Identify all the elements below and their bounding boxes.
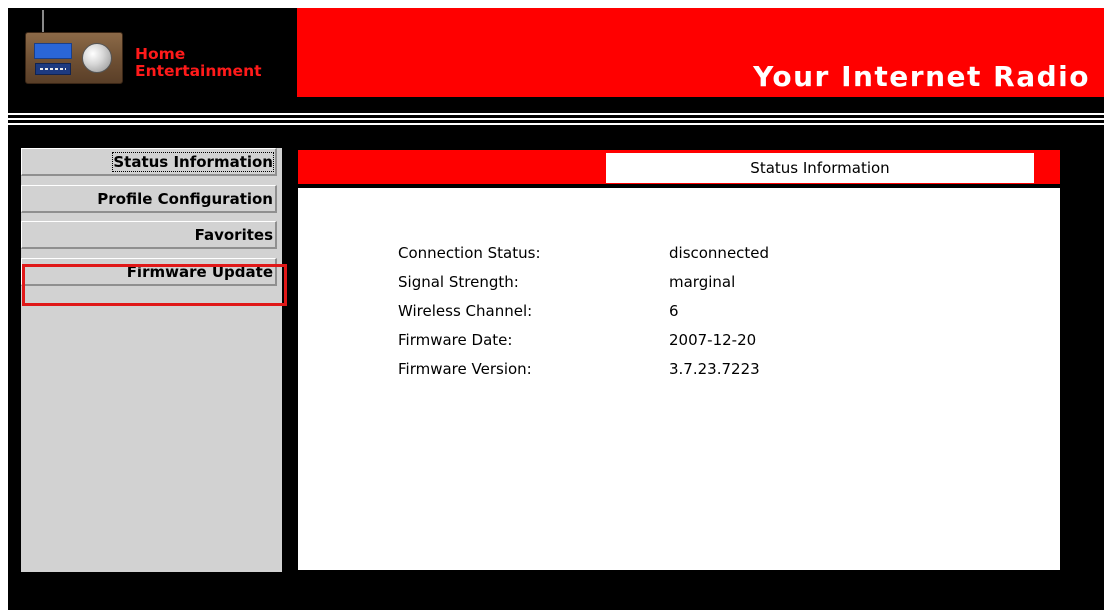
brand-line-1: Home [135,45,186,63]
signal-strength-value: marginal [669,272,736,291]
status-panel: Connection Status: disconnected Signal S… [298,188,1060,570]
firmware-date-label: Firmware Date: [398,330,513,349]
sidebar-item-label: Favorites [194,226,273,244]
page-title: Your Internet Radio [753,60,1090,93]
radio-keypad-icon [35,63,71,75]
status-table: Connection Status: disconnected Signal S… [398,238,769,383]
table-row: Wireless Channel: 6 [398,296,769,325]
sidebar: Status Information Profile Configuration… [21,148,287,572]
header-banner: Your Internet Radio [297,8,1104,97]
sidebar-item-status-information[interactable]: Status Information [21,148,277,176]
sidebar-item-firmware-update[interactable]: Firmware Update [21,258,277,286]
content-header-bar: Status Information [298,150,1060,184]
wireless-channel-value: 6 [669,301,679,320]
signal-strength-label: Signal Strength: [398,272,519,291]
brand-line-2: Entertainment [135,62,262,80]
antenna-icon [42,10,44,32]
firmware-version-label: Firmware Version: [398,359,532,378]
table-row: Connection Status: disconnected [398,238,769,267]
radio-display-icon [34,43,72,59]
page: Home Entertainment Your Internet Radio S… [8,8,1104,610]
table-row: Firmware Version: 3.7.23.7223 [398,354,769,383]
sidebar-item-label: Status Information [112,152,274,172]
header-divider-middle [8,118,1104,120]
radio-logo-icon [25,32,123,84]
header-logo-area: Home Entertainment [8,8,297,101]
table-row: Signal Strength: marginal [398,267,769,296]
connection-status-value: disconnected [669,243,770,262]
table-row: Firmware Date: 2007-12-20 [398,325,769,354]
sidebar-item-label: Firmware Update [126,263,273,281]
firmware-version-value: 3.7.23.7223 [669,359,760,378]
brand-name: Home Entertainment [135,46,262,80]
firmware-date-value: 2007-12-20 [669,330,757,349]
sidebar-item-profile-configuration[interactable]: Profile Configuration [21,185,277,213]
connection-status-label: Connection Status: [398,243,541,262]
sidebar-item-favorites[interactable]: Favorites [21,221,277,249]
tab-status-information: Status Information [606,153,1034,183]
wireless-channel-label: Wireless Channel: [398,301,533,320]
radio-knob-icon [82,43,112,73]
sidebar-item-label: Profile Configuration [97,190,273,208]
header-divider-bottom [8,123,1104,125]
header-divider-top [8,113,1104,115]
